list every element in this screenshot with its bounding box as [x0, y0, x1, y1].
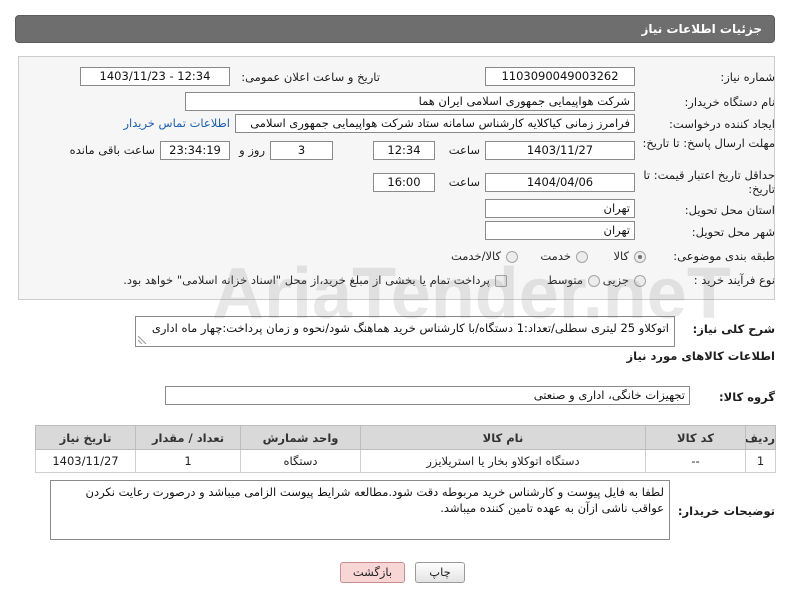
radio-goods-label: کالا	[613, 249, 629, 263]
announce-datetime-field: 1403/11/23 - 12:34	[80, 67, 230, 86]
province-field: تهران	[485, 199, 635, 218]
reply-deadline-time-label: ساعت	[448, 143, 480, 157]
table-row: 1 -- دستگاه اتوکلاو بخار یا استریلایزر د…	[35, 449, 776, 473]
page: جزئیات اطلاعات نیاز شماره نیاز: 11030900…	[0, 0, 789, 598]
requester-field: فرامرز زمانی کیاکلایه کارشناس سامانه ستا…	[235, 114, 635, 133]
category-option-goods-service: کالا/خدمت	[451, 249, 518, 264]
col-header-item-code: کد کالا	[645, 425, 746, 450]
cell-item-code: --	[645, 449, 746, 473]
process-option-medium: متوسط	[547, 273, 600, 288]
buyer-org-label: نام دستگاه خریدار:	[684, 95, 775, 109]
back-button[interactable]: بازگشت	[340, 562, 405, 583]
price-validity-time-field: 16:00	[373, 173, 435, 192]
cell-row-number: 1	[745, 449, 776, 473]
category-label: طبقه بندی موضوعی:	[673, 249, 775, 263]
reply-deadline-date-field: 1403/11/27	[485, 141, 635, 160]
resize-grip-icon[interactable]	[138, 335, 147, 344]
radio-minor	[634, 274, 646, 287]
announce-datetime-label: تاریخ و ساعت اعلان عمومی:	[241, 70, 380, 84]
remaining-time-field: 23:34:19	[160, 141, 230, 160]
cell-quantity: 1	[135, 449, 241, 473]
treasury-checkbox	[495, 274, 507, 287]
buyer-notes-text: لطفا به فایل پیوست و کارشناس خرید مربوطه…	[85, 485, 664, 515]
price-validity-label: حداقل تاریخ اعتبار قیمت: تا تاریخ:	[643, 168, 775, 196]
col-header-need-date: تاریخ نیاز	[35, 425, 136, 450]
reply-deadline-time-field: 12:34	[373, 141, 435, 160]
description-label: شرح کلی نیاز:	[692, 322, 775, 336]
remaining-time-label: ساعت باقی مانده	[69, 143, 155, 157]
page-header: جزئیات اطلاعات نیاز	[15, 15, 775, 43]
radio-service-label: خدمت	[540, 249, 571, 263]
reply-deadline-label: مهلت ارسال پاسخ: تا تاریخ:	[642, 136, 775, 150]
requester-label: ایجاد کننده درخواست:	[669, 117, 775, 131]
city-field: تهران	[485, 221, 635, 240]
price-validity-time-label: ساعت	[448, 175, 480, 189]
cell-item-name: دستگاه اتوکلاو بخار یا استریلایزر	[360, 449, 646, 473]
col-header-row-number: ردیف	[745, 425, 776, 450]
col-header-item-name: نام کالا	[360, 425, 646, 450]
category-option-service: خدمت	[540, 249, 588, 264]
price-validity-date-field: 1404/04/06	[485, 173, 635, 192]
description-textarea[interactable]: اتوکلاو 25 لیتری سطلی/تعداد:1 دستگاه/با …	[135, 316, 675, 347]
description-text: اتوکلاو 25 لیتری سطلی/تعداد:1 دستگاه/با …	[151, 321, 669, 335]
radio-minor-label: جزیی	[602, 273, 629, 287]
radio-medium-label: متوسط	[546, 273, 583, 287]
treasury-checkbox-label: پرداخت تمام یا بخشی از مبلغ خرید،از محل …	[123, 273, 490, 287]
remaining-days-field: 3	[270, 141, 333, 160]
process-type-label: نوع فرآیند خرید :	[693, 273, 775, 287]
radio-service	[576, 250, 588, 263]
buyer-contact-link[interactable]: اطلاعات تماس خریدار	[123, 116, 230, 131]
cell-need-date: 1403/11/27	[35, 449, 136, 473]
radio-goods-service	[506, 250, 518, 263]
goods-table: ردیف کد کالا نام کالا واحد شمارش تعداد /…	[35, 425, 776, 473]
buyer-org-field: شرکت هواپیمایی جمهوری اسلامی ایران هما	[185, 92, 635, 111]
treasury-option: پرداخت تمام یا بخشی از مبلغ خرید،از محل …	[123, 273, 507, 288]
goods-group-field: تجهیزات خانگی، اداری و صنعتی	[165, 386, 690, 405]
col-header-unit: واحد شمارش	[240, 425, 361, 450]
need-number-field: 1103090049003262	[485, 67, 635, 86]
category-option-goods: کالا	[613, 249, 646, 264]
city-label: شهر محل تحویل:	[691, 225, 775, 239]
col-header-quantity: تعداد / مقدار	[135, 425, 241, 450]
radio-goods	[634, 250, 646, 263]
process-option-minor: جزیی	[603, 273, 646, 288]
remaining-days-label: روز و	[239, 143, 265, 157]
radio-goods-service-label: کالا/خدمت	[450, 249, 501, 263]
radio-medium	[588, 274, 600, 287]
goods-group-label: گروه کالا:	[719, 390, 775, 404]
table-header-row: ردیف کد کالا نام کالا واحد شمارش تعداد /…	[35, 425, 776, 450]
cell-unit: دستگاه	[240, 449, 361, 473]
buyer-notes-label: توضیحات خریدار:	[677, 504, 775, 518]
page-title: جزئیات اطلاعات نیاز	[641, 22, 762, 36]
need-number-label: شماره نیاز:	[720, 70, 775, 84]
buyer-notes-textarea[interactable]: لطفا به فایل پیوست و کارشناس خرید مربوطه…	[50, 480, 670, 540]
goods-section-title: اطلاعات کالاهای مورد نیاز	[626, 349, 775, 363]
print-button[interactable]: چاپ	[415, 562, 465, 583]
province-label: استان محل تحویل:	[684, 203, 775, 217]
